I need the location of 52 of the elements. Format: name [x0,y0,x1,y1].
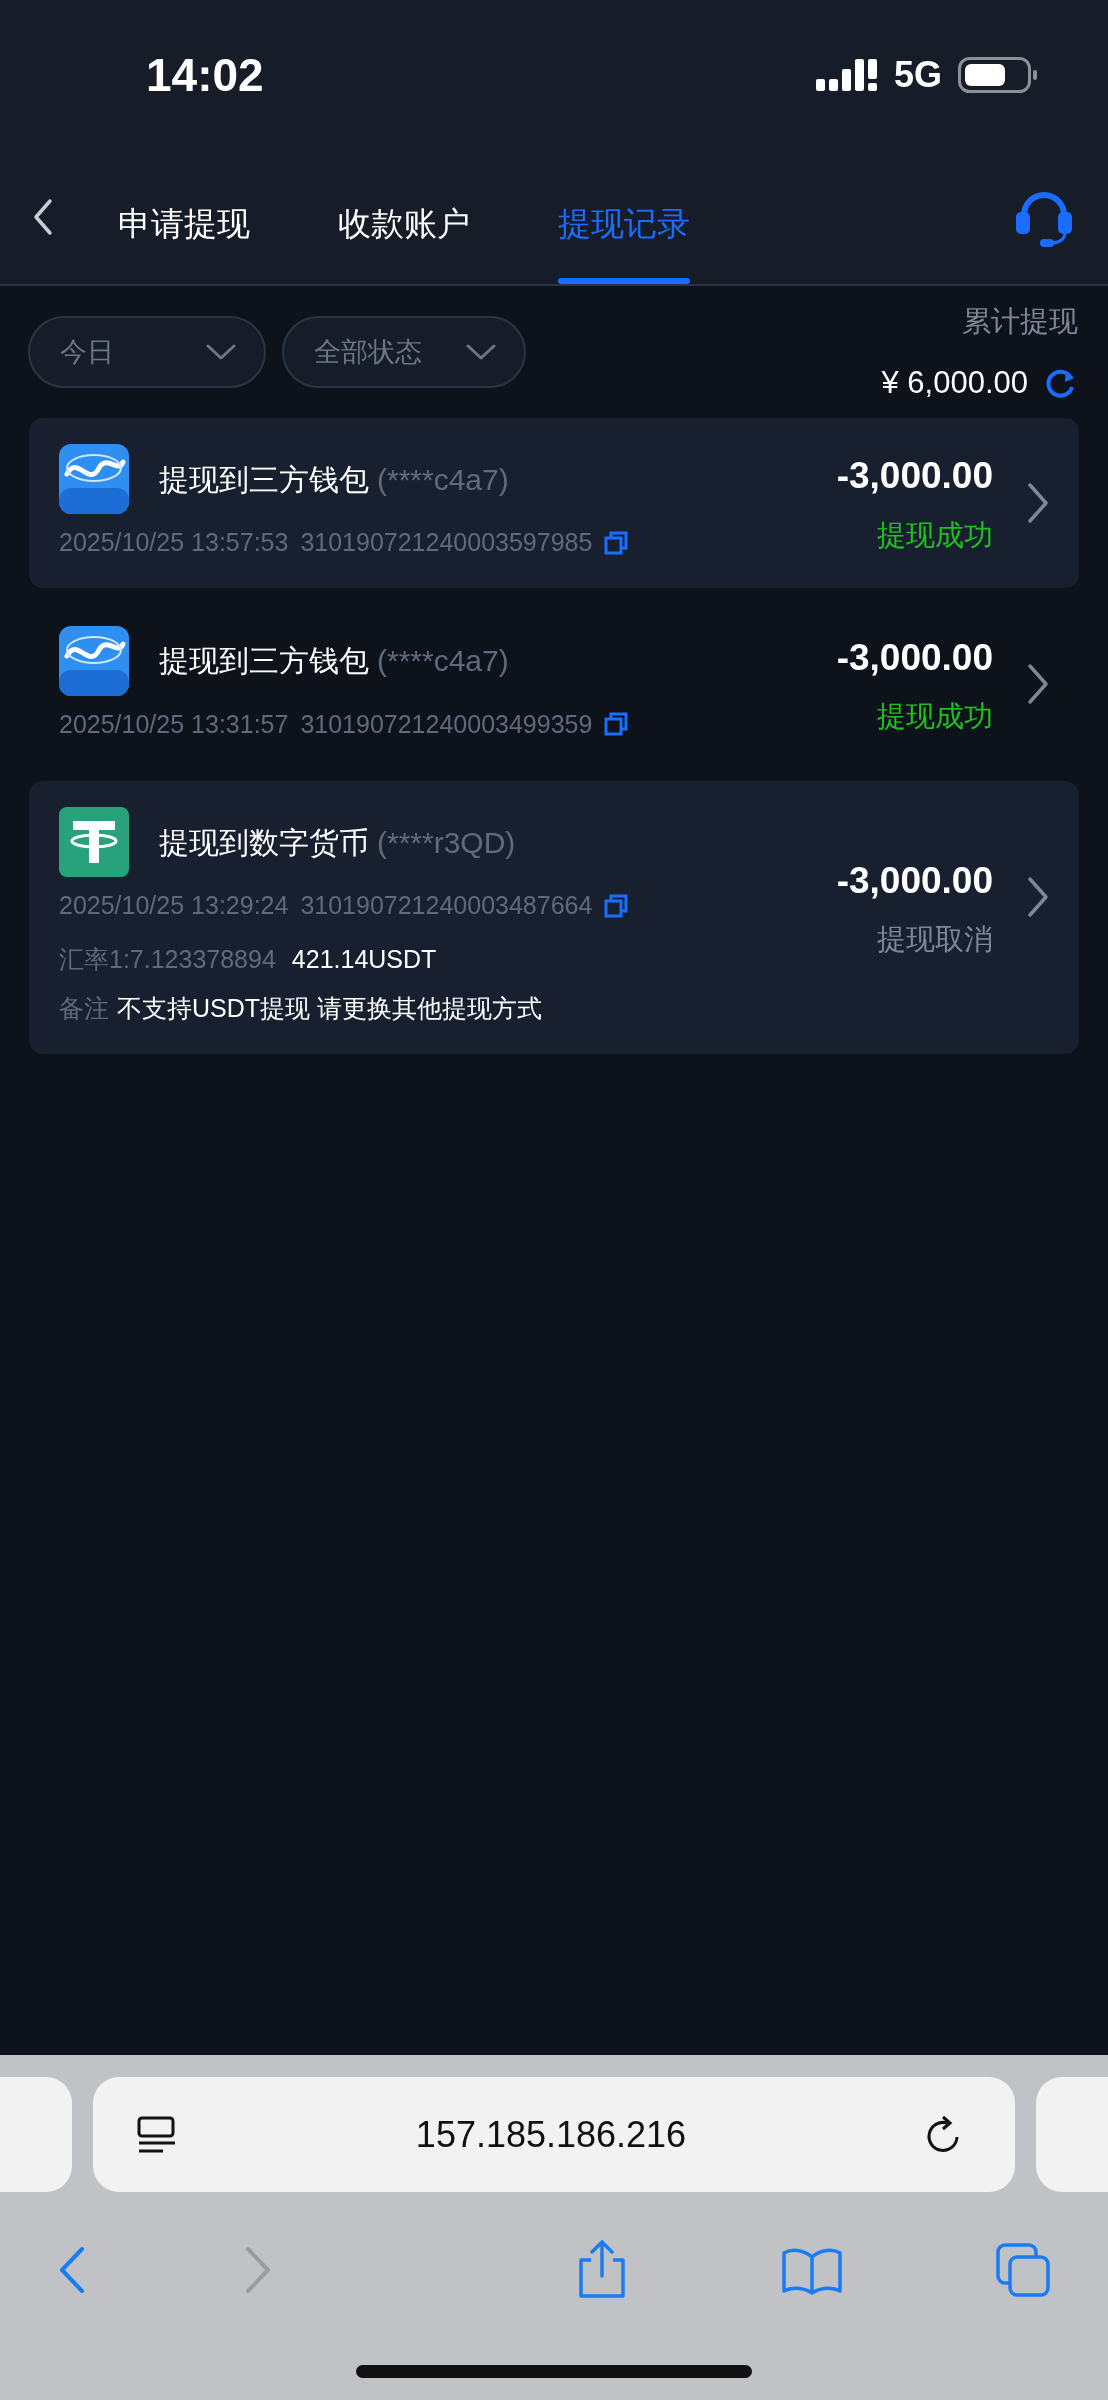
tabs-icon[interactable] [996,2243,1050,2297]
chevron-right-icon [1027,481,1049,524]
filter-dropdown[interactable]: 今日 [28,316,266,388]
order-number: 310190721240003499359 [300,708,593,740]
chevron-right-icon [1027,663,1049,706]
record-card[interactable]: 提现到数字货币 (****r3QD) 2025/10/25 13:29:24 310190721240003487664 汇率1:7.123378894 421.14USDT 备注 不支持USDT提现 请更换其他提现方式 -3,000.00 提现取消 [29,781,1079,1054]
address-bar[interactable]: 157.185.186.216 [93,2077,1015,2192]
copy-icon[interactable] [604,530,629,555]
account-suffix: (****c4a7) [377,643,509,679]
remark-text: 不支持USDT提现 请更换其他提现方式 [117,993,542,1024]
tab[interactable]: 申请提现 [118,168,250,284]
chevron-right-icon [1027,876,1049,919]
back-button[interactable] [32,198,54,236]
share-icon[interactable] [577,2240,627,2300]
clock-time: 14:02 [146,47,264,103]
wallet-logo-icon [59,625,129,696]
chevron-down-icon [206,344,236,360]
signal-icon [815,57,878,93]
total-label: 累计提现 [962,304,1078,339]
amount: -3,000.00 [836,858,993,903]
copy-icon[interactable] [604,893,629,918]
tether-logo-icon [59,807,129,877]
usdt-amount: 421.14USDT [291,943,437,975]
status-label: 提现取消 [877,922,993,958]
chevron-down-icon [466,344,496,360]
exchange-rate: 汇率1:7.123378894 [59,943,276,975]
tab[interactable]: 提现记录 [558,168,690,284]
status-label: 提现成功 [877,517,993,553]
network-label: 5G [893,53,942,97]
record-card[interactable]: 提现到三方钱包 (****c4a7) 2025/10/25 13:57:53 310190721240003597985 -3,000.00 提现成功 [29,418,1079,588]
url-text: 157.185.186.216 [415,2112,687,2157]
battery-icon [958,57,1038,93]
record-time: 2025/10/25 13:29:24 [59,890,289,921]
account-suffix: (****c4a7) [377,461,509,498]
wallet-logo-icon [59,444,129,514]
record-title: 提现到三方钱包 [159,461,369,498]
tab[interactable]: 收款账户 [338,168,470,284]
order-number: 310190721240003487664 [300,890,593,921]
total-amount: ¥ 6,000.00 [881,363,1028,402]
copy-icon[interactable] [604,712,629,737]
record-time: 2025/10/25 13:31:57 [59,708,289,740]
record-title: 提现到数字货币 [159,824,369,861]
record-title: 提现到三方钱包 [159,643,369,679]
account-suffix: (****r3QD) [377,824,516,861]
remark-label: 备注 [59,993,109,1024]
amount: -3,000.00 [836,454,993,499]
record-time: 2025/10/25 13:57:53 [59,527,289,558]
amount: -3,000.00 [836,635,993,680]
filter-dropdown[interactable]: 全部状态 [282,316,526,388]
status-label: 提现成功 [877,699,993,735]
order-number: 310190721240003597985 [300,527,593,558]
reader-icon[interactable] [137,2115,177,2154]
